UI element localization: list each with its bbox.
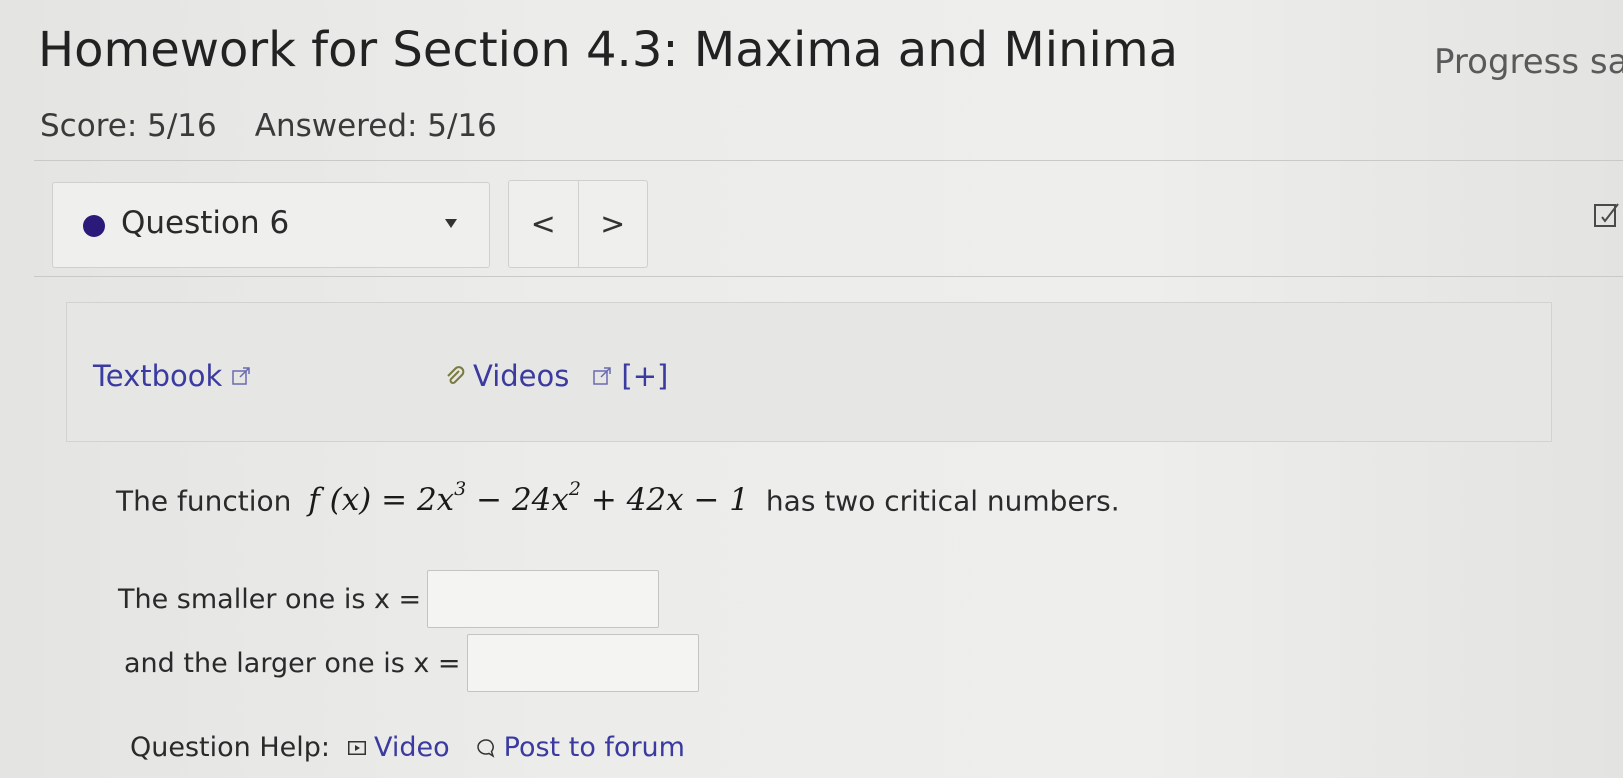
larger-label: and the larger one is x = [124, 647, 461, 679]
page-title: Homework for Section 4.3: Maxima and Min… [38, 22, 1179, 78]
score-line: Score: 5/16 Answered: 5/16 [40, 108, 497, 144]
smaller-critical-input[interactable] [427, 570, 660, 628]
paperclip-icon [447, 366, 465, 384]
edit-icon[interactable] [1592, 200, 1622, 230]
textbook-label: Textbook [93, 359, 223, 393]
divider [34, 160, 1623, 161]
prev-question-button[interactable]: < [509, 181, 578, 267]
question-prefix: The function [116, 484, 292, 518]
question-nav: < > [508, 180, 648, 268]
question-text: The function f (x) = 2x3 − 24x2 + 42x − … [116, 478, 1120, 519]
question-status-dot [83, 215, 105, 237]
question-help: Question Help: Video Post to forum [130, 732, 685, 763]
larger-critical-input[interactable] [466, 634, 699, 692]
help-video-label: Video [374, 732, 450, 763]
caret-down-icon [445, 219, 457, 228]
score-text: Score: 5/16 [40, 108, 217, 144]
help-video-link[interactable]: Video [348, 732, 450, 763]
question-select[interactable]: Question 6 [52, 182, 490, 268]
question-help-label: Question Help: [130, 732, 330, 763]
post-to-forum-label: Post to forum [503, 732, 685, 763]
progress-status: Progress sa [1434, 42, 1623, 82]
larger-answer-row: and the larger one is x = [124, 634, 699, 692]
smaller-label: The smaller one is x = [118, 583, 422, 615]
answered-text: Answered: 5/16 [254, 108, 497, 144]
videos-label: Videos [473, 359, 570, 393]
chat-icon [476, 738, 495, 758]
textbook-link[interactable]: Textbook [93, 359, 251, 393]
videos-expand-toggle[interactable]: [+] [621, 359, 668, 393]
external-link-icon [593, 367, 612, 385]
function-lhs: f (x) = [308, 482, 417, 519]
next-question-button[interactable]: > [577, 181, 648, 267]
external-link-icon [232, 367, 251, 385]
resources-panel: Textbook Videos [+] [66, 302, 1552, 442]
question-suffix: has two critical numbers. [765, 484, 1120, 518]
post-to-forum-link[interactable]: Post to forum [476, 732, 685, 763]
videos-link[interactable]: Videos [+] [445, 359, 668, 393]
smaller-answer-row: The smaller one is x = [118, 570, 660, 628]
divider [34, 276, 1623, 277]
play-icon [348, 740, 366, 755]
function-expression: f (x) = 2x3 − 24x2 + 42x − 1 [308, 478, 750, 519]
question-select-label: Question 6 [121, 205, 290, 241]
